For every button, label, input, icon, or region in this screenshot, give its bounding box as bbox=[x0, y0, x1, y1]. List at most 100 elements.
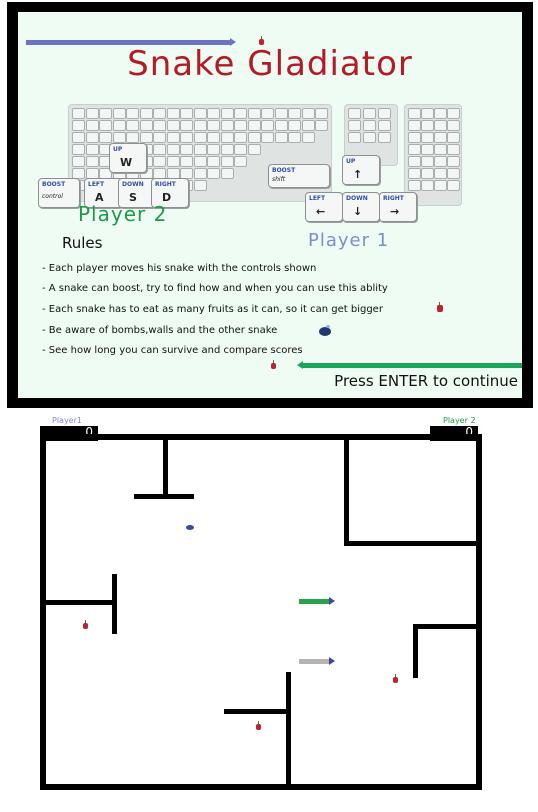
keyboard-key bbox=[112, 108, 126, 119]
keyboard-key bbox=[180, 132, 193, 143]
key-boost-control: BOOST control bbox=[38, 178, 80, 208]
keyboard-key bbox=[85, 108, 99, 119]
player1-tag: Player1 bbox=[52, 416, 82, 425]
keyboard-key bbox=[207, 132, 220, 143]
keyboard-key bbox=[421, 108, 434, 119]
key-right-label: RIGHT bbox=[383, 195, 404, 202]
key-boost-char: control bbox=[42, 193, 63, 200]
fruit-icon bbox=[271, 360, 276, 369]
keyboard-key bbox=[434, 156, 447, 167]
keyboard-key bbox=[288, 108, 301, 119]
keyboard-key bbox=[126, 132, 139, 143]
keyboard-key bbox=[153, 108, 166, 119]
keyboard-key bbox=[85, 144, 99, 155]
keyboard-key bbox=[408, 108, 421, 119]
continue-prompt: Press ENTER to continue bbox=[334, 372, 518, 390]
rule-item: - Each player moves his snake with the c… bbox=[42, 263, 317, 274]
keyboard-key bbox=[207, 168, 220, 179]
keyboard-key bbox=[434, 180, 447, 191]
arena-wall-top bbox=[40, 434, 482, 440]
keyboard-key bbox=[363, 132, 376, 143]
keyboard-key bbox=[447, 108, 460, 119]
keyboard-key bbox=[301, 132, 315, 143]
keyboard-key bbox=[247, 120, 261, 131]
keyboard-key bbox=[378, 120, 391, 131]
arena-wall bbox=[163, 438, 168, 498]
keyboard-key bbox=[153, 156, 166, 167]
keyboard-key bbox=[274, 108, 288, 119]
rule-item: - Each snake has to eat as many fruits a… bbox=[42, 304, 383, 315]
keyboard-key bbox=[193, 132, 207, 143]
arena-wall bbox=[413, 624, 479, 629]
key-up-label: UP bbox=[346, 158, 356, 165]
keyboard-key bbox=[421, 144, 434, 155]
keyboard-key bbox=[207, 108, 220, 119]
keyboard-key bbox=[166, 132, 180, 143]
keyboard-key bbox=[207, 120, 220, 131]
arena-wall bbox=[413, 624, 418, 678]
keyboard-key bbox=[166, 144, 180, 155]
keyboard-key bbox=[378, 108, 391, 119]
keyboard-key bbox=[434, 168, 447, 179]
keyboard-key bbox=[193, 168, 207, 179]
keyboard-key bbox=[447, 156, 460, 167]
arrow-up-icon: ↑ bbox=[353, 168, 363, 181]
keyboard-key bbox=[220, 132, 234, 143]
key-shift-label: BOOST bbox=[272, 167, 296, 174]
keyboard-key bbox=[261, 108, 274, 119]
bomb-icon bbox=[186, 525, 194, 530]
key-d-label: RIGHT bbox=[155, 181, 176, 188]
keyboard-key bbox=[247, 108, 261, 119]
keyboard-key bbox=[447, 144, 460, 155]
game-arena: Player1 Player 2 0 0 bbox=[0, 410, 538, 812]
keyboard-key bbox=[220, 108, 234, 119]
keyboard-key bbox=[72, 120, 85, 131]
keyboard-key bbox=[193, 156, 207, 167]
keyboard-key bbox=[408, 144, 421, 155]
keyboard-key bbox=[421, 120, 434, 131]
key-w-label: UP bbox=[113, 146, 123, 153]
keyboard-key bbox=[207, 156, 220, 167]
keyboard-key bbox=[180, 144, 193, 155]
key-shift-char: shift bbox=[272, 176, 286, 183]
keyboard-key bbox=[261, 132, 274, 143]
game-title: Snake Gladiator bbox=[127, 44, 413, 84]
keyboard-key bbox=[434, 132, 447, 143]
player2-label: Player 2 bbox=[78, 202, 168, 226]
keyboard-key bbox=[193, 144, 207, 155]
keyboard-key bbox=[153, 120, 166, 131]
fruit-icon bbox=[83, 620, 88, 629]
keyboard-key bbox=[301, 108, 315, 119]
keyboard-key bbox=[166, 120, 180, 131]
keyboard-key bbox=[363, 108, 376, 119]
title-screen: Snake Gladiator UP W BOOST control LEFT … bbox=[7, 2, 533, 408]
bomb-icon bbox=[319, 325, 331, 336]
rule-item: - See how long you can survive and compa… bbox=[42, 345, 303, 356]
keyboard-key bbox=[348, 132, 361, 143]
keyboard-key bbox=[434, 108, 447, 119]
key-down-label: DOWN bbox=[346, 195, 368, 202]
arena-wall bbox=[42, 600, 116, 605]
keyboard-key bbox=[363, 120, 376, 131]
arena-wall bbox=[134, 494, 194, 499]
title-snake-green bbox=[303, 363, 522, 368]
keyboard-key bbox=[348, 120, 361, 131]
keyboard-key bbox=[220, 144, 234, 155]
keyboard-key bbox=[234, 120, 247, 131]
keyboard-key bbox=[85, 120, 99, 131]
player1-label: Player 1 bbox=[308, 230, 390, 251]
keyboard-key bbox=[180, 120, 193, 131]
keyboard-key bbox=[434, 120, 447, 131]
keyboard-key bbox=[126, 108, 139, 119]
player2-snake bbox=[299, 599, 329, 604]
arena-wall bbox=[344, 438, 349, 546]
keyboard-key bbox=[99, 132, 112, 143]
keyboard-key bbox=[234, 132, 247, 143]
keyboard-key bbox=[153, 132, 166, 143]
keyboard-key bbox=[408, 132, 421, 143]
keyboard-key bbox=[421, 132, 434, 143]
keyboard-key bbox=[315, 108, 328, 119]
keyboard-key bbox=[421, 156, 434, 167]
keyboard-key bbox=[247, 144, 261, 155]
key-s-label: DOWN bbox=[122, 181, 144, 188]
